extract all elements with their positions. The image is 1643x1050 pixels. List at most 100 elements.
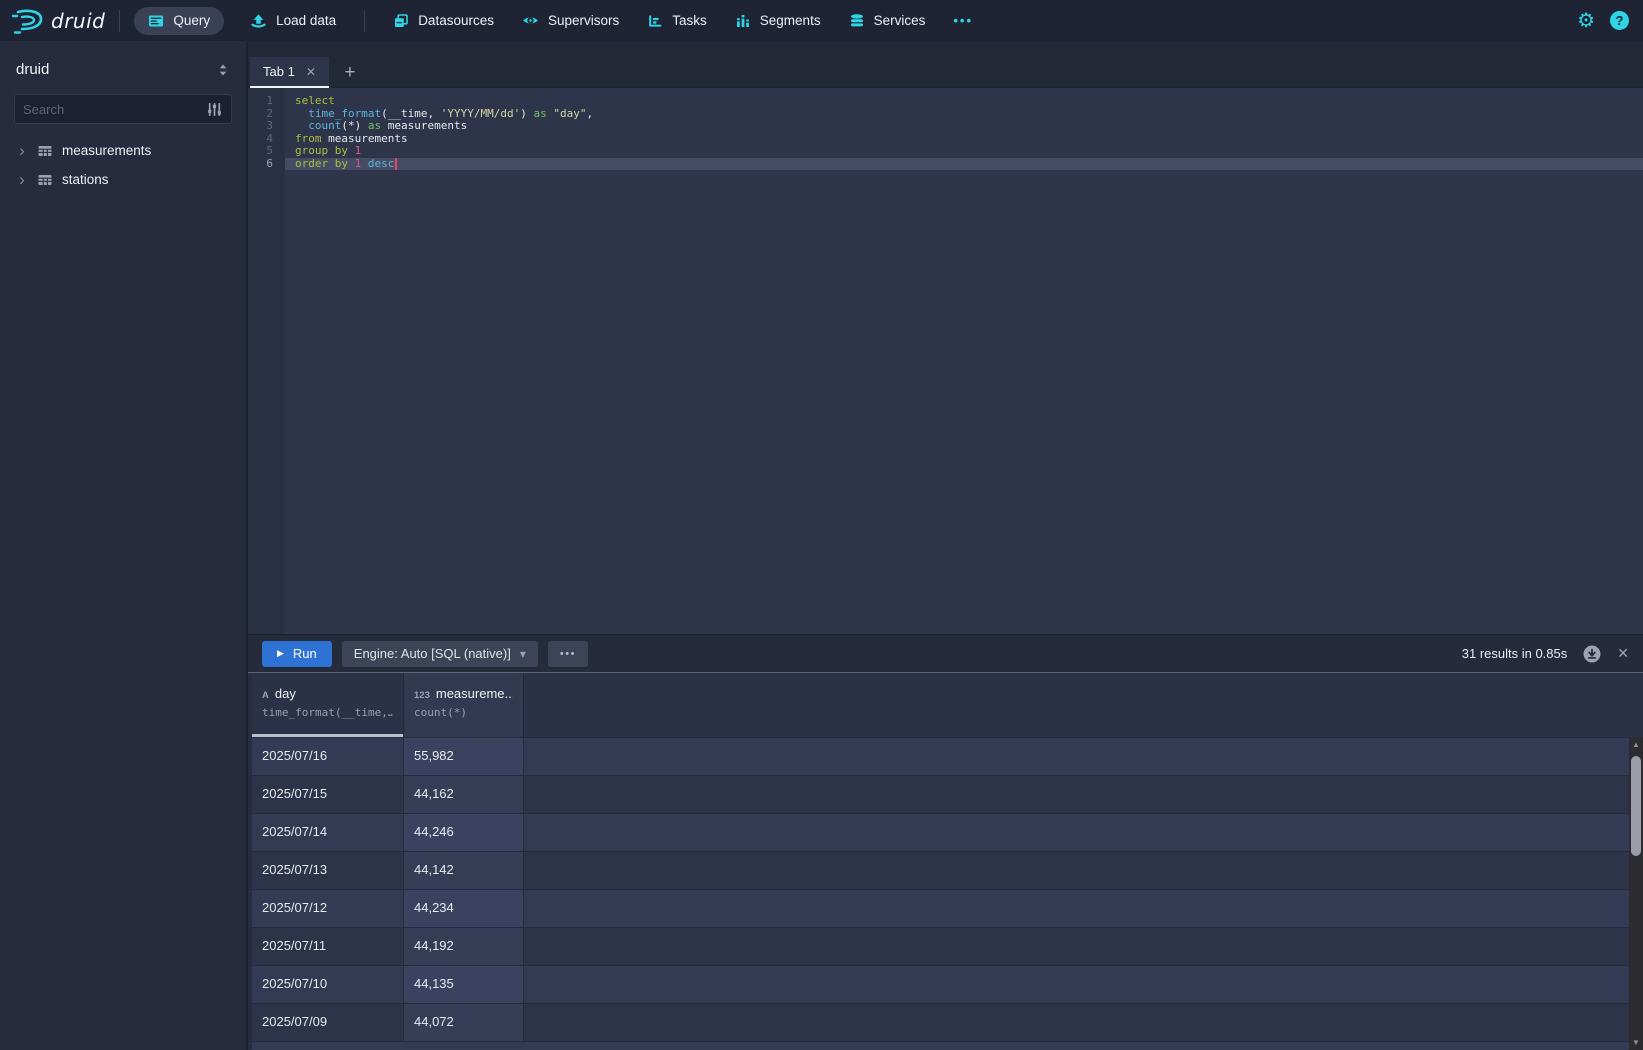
scroll-up-icon[interactable]: ▲ [1632, 738, 1640, 752]
editor-gutter: 123456 [248, 88, 285, 634]
line-number: 1 [248, 95, 273, 108]
table-row: 2025/07/1444,246 [252, 814, 1629, 852]
table-cell[interactable]: 44,192 [404, 928, 524, 965]
column-header-measurements[interactable]: 123 measureme... count(*) [404, 673, 524, 737]
text-cursor [395, 158, 397, 170]
table-cell[interactable]: 2025/07/15 [252, 776, 404, 813]
table-cell[interactable]: 2025/07/13 [252, 852, 404, 889]
run-more-button[interactable]: ••• [548, 641, 588, 667]
tree-item-label: stations [62, 172, 109, 187]
table-cell[interactable]: 2025/07/14 [252, 814, 404, 851]
run-button[interactable]: ▶ Run [262, 641, 332, 667]
run-bar-right: 31 results in 0.85s ✕ [1462, 645, 1631, 663]
nav-item-label: Tasks [672, 13, 707, 28]
nav-item-label: Query [173, 13, 210, 28]
database-icon [849, 13, 865, 29]
new-tab-button[interactable]: + [329, 57, 371, 88]
run-bar: ▶ Run Engine: Auto [SQL (native)] ▾ ••• … [248, 634, 1643, 672]
bar-chart-icon [735, 13, 751, 29]
table-icon [37, 172, 53, 188]
nav-item-label: Services [874, 13, 926, 28]
table-row: 2025/07/1144,192 [252, 928, 1629, 966]
nav-item-label: Supervisors [548, 13, 619, 28]
nav-item-services[interactable]: Services [847, 8, 928, 34]
nav-item-segments[interactable]: Segments [733, 8, 823, 34]
close-results-icon[interactable]: ✕ [1617, 645, 1629, 662]
line-number: 6 [248, 158, 273, 171]
code-line[interactable]: from measurements [295, 133, 1643, 146]
download-icon[interactable] [1583, 645, 1601, 663]
nav-item-label: Load data [276, 13, 336, 28]
table-tree: › measurements › [14, 136, 232, 194]
tab-1[interactable]: Tab 1 ✕ [250, 57, 329, 88]
nav-more-button[interactable]: ••• [951, 8, 975, 33]
sql-editor[interactable]: 123456 select time_format(__time, 'YYYY/… [248, 88, 1643, 634]
table-cell[interactable]: 2025/07/11 [252, 928, 404, 965]
column-header-day[interactable]: A day time_format(__time,… [252, 673, 404, 737]
nav-item-label: Segments [760, 13, 821, 28]
string-type-icon: A [262, 690, 269, 701]
datasources-icon [393, 13, 409, 29]
nav-item-query[interactable]: Query [134, 7, 224, 35]
tab-label: Tab 1 [263, 64, 295, 79]
row-filler [524, 966, 1629, 1003]
help-icon[interactable]: ? [1610, 11, 1629, 30]
table-cell[interactable]: 2025/07/10 [252, 966, 404, 1003]
code-line[interactable]: time_format(__time, 'YYYY/MM/dd') as "da… [295, 108, 1643, 121]
run-button-label: Run [293, 646, 317, 661]
column-expression: count(*) [414, 706, 513, 719]
scroll-down-icon[interactable]: ▼ [1632, 1036, 1640, 1050]
tree-item-stations[interactable]: › stations [14, 165, 232, 194]
column-expression: time_format(__time,… [262, 706, 393, 719]
row-filler [524, 1004, 1629, 1041]
nav-item-datasources[interactable]: Datasources [391, 8, 496, 34]
brand[interactable]: druid [10, 8, 105, 34]
close-icon[interactable]: ✕ [306, 65, 316, 79]
druid-console: druid Query Load data [0, 0, 1643, 1050]
table-row: 2025/07/1655,982 [252, 738, 1629, 776]
chevron-right-icon[interactable]: › [16, 146, 28, 156]
table-cell[interactable]: 44,072 [404, 1004, 524, 1041]
nav-right: ⚙ ? [1577, 11, 1629, 31]
table-cell[interactable]: 44,162 [404, 776, 524, 813]
gear-icon[interactable]: ⚙ [1577, 11, 1595, 31]
nav-item-label: Datasources [418, 13, 494, 28]
number-type-icon: 123 [414, 690, 430, 701]
code-line[interactable]: count(*) as measurements [295, 120, 1643, 133]
code-line[interactable]: group by 1 [295, 145, 1643, 158]
engine-select-button[interactable]: Engine: Auto [SQL (native)] ▾ [342, 641, 538, 667]
table-row: 2025/07/1244,234 [252, 890, 1629, 928]
chevron-right-icon[interactable]: › [16, 175, 28, 185]
table-cell[interactable]: 44,135 [404, 966, 524, 1003]
table-cell[interactable]: 2025/07/12 [252, 890, 404, 927]
table-cell[interactable]: 55,982 [404, 738, 524, 775]
nav-item-load-data[interactable]: Load data [248, 7, 338, 34]
schema-selector[interactable]: druid [14, 53, 232, 94]
top-nav: druid Query Load data [0, 0, 1643, 41]
table-row: 2025/07/1544,162 [252, 776, 1629, 814]
column-name: measureme... [436, 686, 513, 701]
filter-sliders-icon[interactable] [206, 101, 223, 118]
nav-item-tasks[interactable]: Tasks [645, 8, 709, 34]
more-icon: ••• [953, 13, 973, 28]
editor-code: select time_format(__time, 'YYYY/MM/dd')… [295, 95, 1643, 170]
top-nav-items: Query Load data Datasources [134, 7, 975, 35]
search-input[interactable] [23, 102, 206, 117]
row-filler [524, 738, 1629, 775]
table-cell[interactable]: 2025/07/09 [252, 1004, 404, 1041]
nav-divider [119, 10, 120, 32]
table-cell[interactable]: 44,246 [404, 814, 524, 851]
scrollbar-thumb[interactable] [1631, 756, 1641, 856]
table-icon [37, 143, 53, 159]
code-line[interactable]: order by 1 desc [295, 158, 1643, 171]
row-filler [524, 928, 1629, 965]
tree-item-measurements[interactable]: › measurements [14, 136, 232, 165]
editor-code-area[interactable]: select time_format(__time, 'YYYY/MM/dd')… [285, 88, 1643, 634]
table-cell[interactable]: 44,142 [404, 852, 524, 889]
nav-item-supervisors[interactable]: Supervisors [520, 7, 621, 34]
row-filler [524, 890, 1629, 927]
table-row: 2025/07/1344,142 [252, 852, 1629, 890]
result-status: 31 results in 0.85s [1462, 646, 1568, 661]
table-cell[interactable]: 44,234 [404, 890, 524, 927]
table-cell[interactable]: 2025/07/16 [252, 738, 404, 775]
